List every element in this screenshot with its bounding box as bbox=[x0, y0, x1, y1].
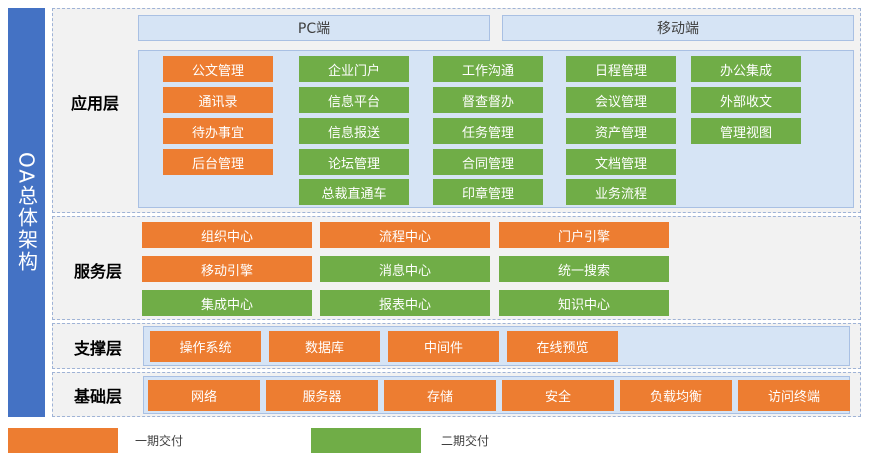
legend-label-phase1: 一期交付 bbox=[135, 434, 184, 448]
app-box: 公文管理 bbox=[163, 56, 273, 82]
app-box: 印章管理 bbox=[433, 179, 543, 205]
app-box: 管理视图 bbox=[691, 118, 801, 144]
legend-label-phase2: 二期交付 bbox=[441, 434, 490, 448]
legend-swatch-phase1 bbox=[8, 428, 118, 453]
service-box: 集成中心 bbox=[142, 290, 312, 316]
app-box: 待办事宜 bbox=[163, 118, 273, 144]
service-layer-title: 服务层 bbox=[73, 262, 122, 281]
app-box: 信息平台 bbox=[299, 87, 409, 113]
app-box: 企业门户 bbox=[299, 56, 409, 82]
app-box: 通讯录 bbox=[163, 87, 273, 113]
app-box: 论坛管理 bbox=[299, 149, 409, 175]
support-box: 在线预览 bbox=[507, 331, 618, 362]
app-box: 资产管理 bbox=[566, 118, 676, 144]
foundation-box: 网络 bbox=[148, 380, 260, 411]
service-box: 消息中心 bbox=[320, 256, 490, 282]
app-box: 总裁直通车 bbox=[299, 179, 409, 205]
service-box: 统一搜索 bbox=[499, 256, 669, 282]
foundation-box: 负载均衡 bbox=[620, 380, 732, 411]
service-box: 报表中心 bbox=[320, 290, 490, 316]
support-box: 数据库 bbox=[269, 331, 380, 362]
legend-swatch-phase2 bbox=[311, 428, 421, 453]
foundation-layer-title: 基础层 bbox=[73, 387, 122, 406]
app-box: 工作沟通 bbox=[433, 56, 543, 82]
service-box: 流程中心 bbox=[320, 222, 490, 248]
support-box: 操作系统 bbox=[150, 331, 261, 362]
foundation-box: 访问终端 bbox=[738, 380, 850, 411]
app-box: 日程管理 bbox=[566, 56, 676, 82]
support-box: 中间件 bbox=[388, 331, 499, 362]
support-layer-title: 支撑层 bbox=[73, 339, 122, 358]
app-box: 后台管理 bbox=[163, 149, 273, 175]
app-box: 文档管理 bbox=[566, 149, 676, 175]
app-box: 督查督办 bbox=[433, 87, 543, 113]
app-box: 任务管理 bbox=[433, 118, 543, 144]
mobile-client-header: 移动端 bbox=[502, 15, 854, 41]
foundation-box: 安全 bbox=[502, 380, 614, 411]
app-box: 外部收文 bbox=[691, 87, 801, 113]
architecture-title-bar: OA总体架构 bbox=[8, 8, 45, 417]
service-box: 知识中心 bbox=[499, 290, 669, 316]
service-box: 门户引擎 bbox=[499, 222, 669, 248]
app-box: 办公集成 bbox=[691, 56, 801, 82]
architecture-title: OA总体架构 bbox=[14, 151, 39, 274]
app-box: 合同管理 bbox=[433, 149, 543, 175]
service-box: 组织中心 bbox=[142, 222, 312, 248]
foundation-box: 服务器 bbox=[266, 380, 378, 411]
app-box: 业务流程 bbox=[566, 179, 676, 205]
app-box: 信息报送 bbox=[299, 118, 409, 144]
foundation-box: 存储 bbox=[384, 380, 496, 411]
service-box: 移动引擎 bbox=[142, 256, 312, 282]
app-box: 会议管理 bbox=[566, 87, 676, 113]
pc-client-header: PC端 bbox=[138, 15, 490, 41]
application-layer-title: 应用层 bbox=[70, 94, 119, 113]
